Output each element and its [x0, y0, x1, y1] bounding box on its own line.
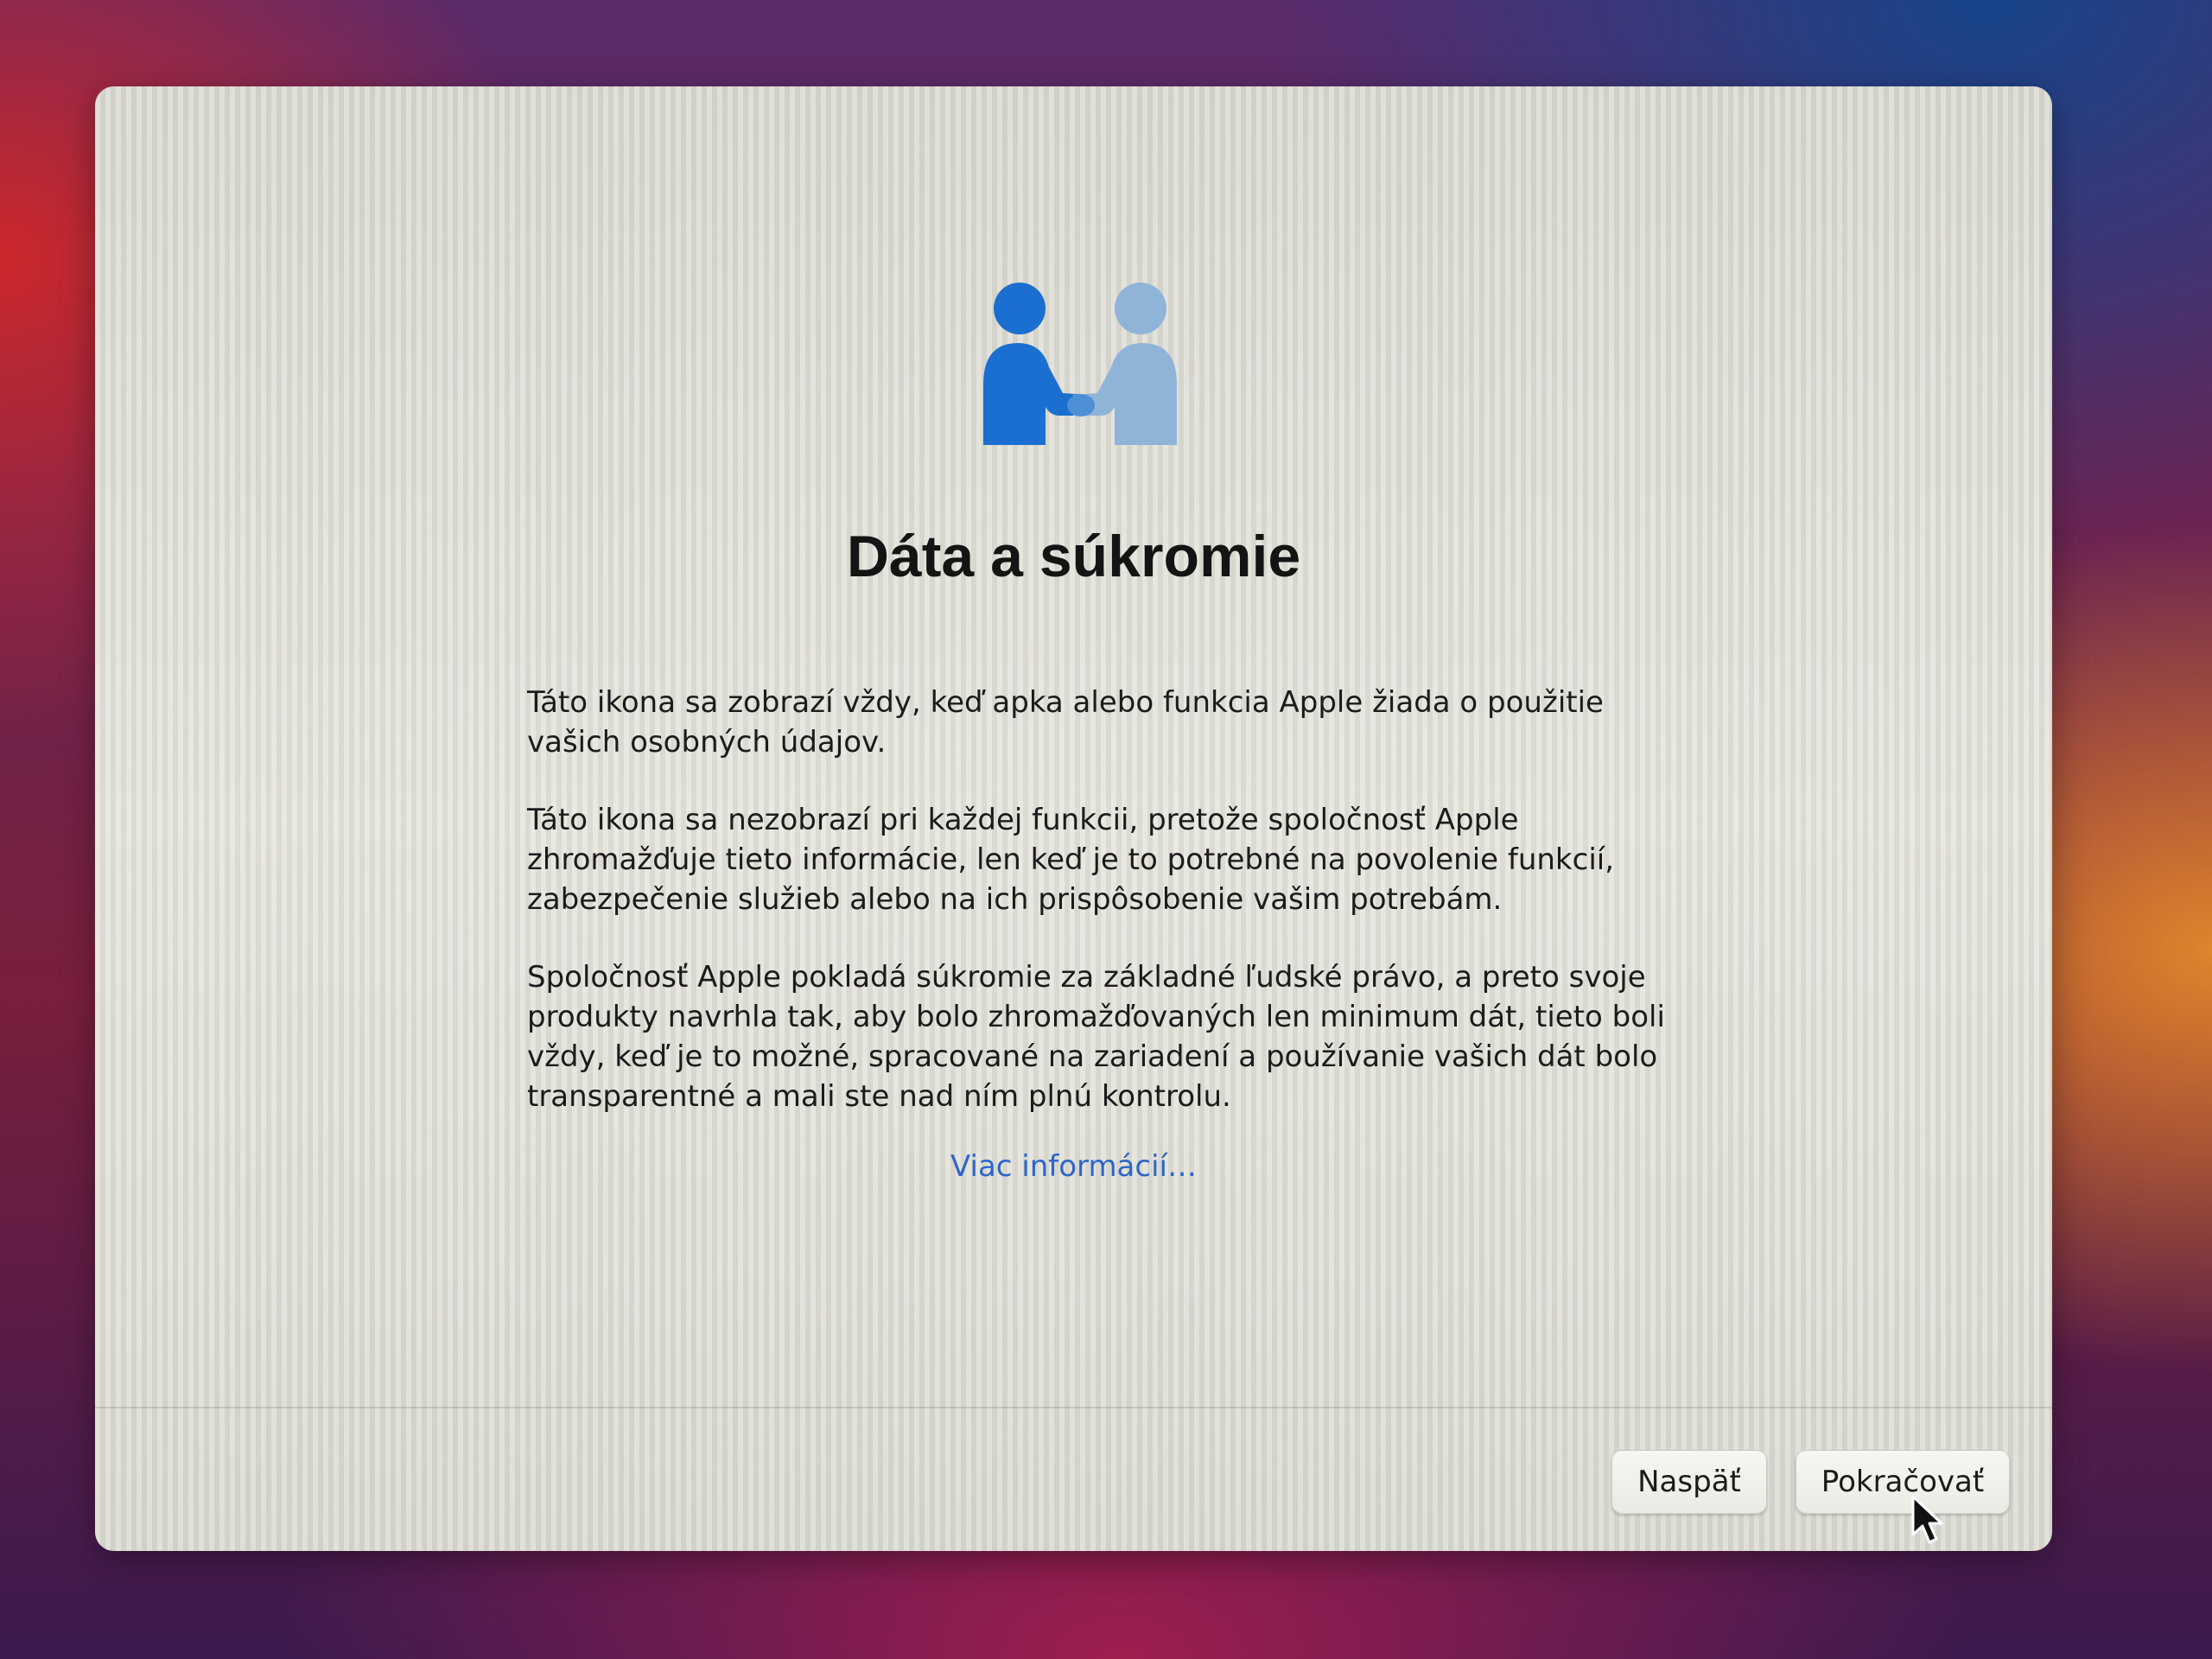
- more-info-link[interactable]: Viac informácií…: [95, 1149, 2052, 1184]
- privacy-handshake-icon: [983, 283, 1177, 445]
- continue-button[interactable]: Pokračovať: [1796, 1450, 2010, 1514]
- setup-assistant-window: Dáta a súkromie Táto ikona sa zobrazí vž…: [95, 86, 2052, 1551]
- footer-divider: [95, 1407, 2052, 1408]
- paragraph-3: Spoločnosť Apple pokladá súkromie za zák…: [527, 960, 1665, 1114]
- mouse-cursor-icon: [1911, 1495, 1943, 1544]
- back-button[interactable]: Naspäť: [1611, 1450, 1767, 1514]
- paragraph-2: Táto ikona sa nezobrazí pri každej funkc…: [527, 803, 1615, 917]
- page-title: Dáta a súkromie: [846, 524, 1301, 589]
- paragraph-1: Táto ikona sa zobrazí vždy, keď apka ale…: [527, 685, 1604, 760]
- description-text: Táto ikona sa zobrazí vždy, keď apka ale…: [527, 683, 1676, 1154]
